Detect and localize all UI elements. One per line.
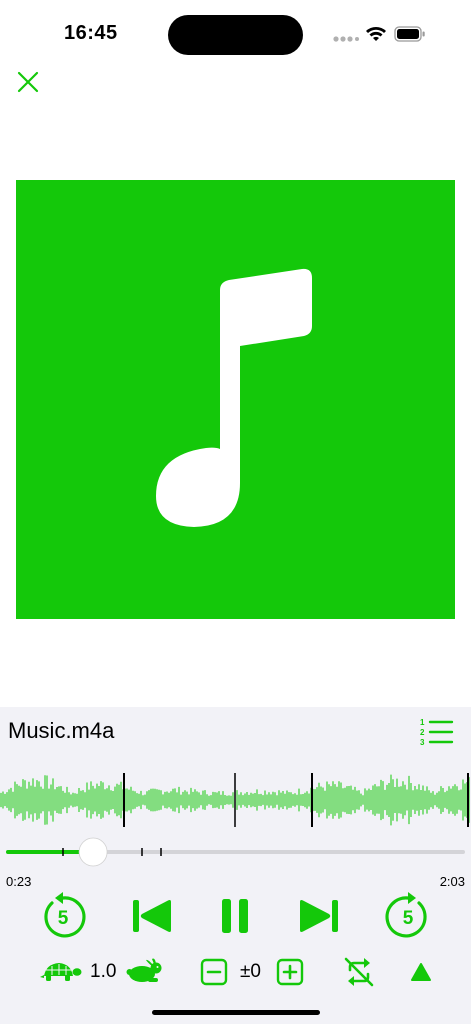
plus-square-icon[interactable] — [276, 958, 304, 986]
svg-text:1: 1 — [420, 718, 425, 727]
skip-back-seconds: 5 — [57, 908, 69, 929]
repeat-off-icon[interactable] — [342, 956, 376, 988]
wifi-icon — [366, 27, 386, 41]
elapsed-time: 0:23 — [6, 874, 32, 889]
svg-text:3: 3 — [420, 738, 425, 747]
skip-forward-5-button[interactable]: 5 — [383, 892, 433, 942]
skip-back-icon[interactable] — [131, 899, 173, 933]
dynamic-island — [168, 15, 303, 55]
skip-back-5-button[interactable]: 5 — [38, 892, 88, 942]
battery-icon — [394, 26, 425, 42]
speed-value: 1.0 — [90, 961, 117, 982]
svg-text:2: 2 — [420, 728, 425, 737]
numbered-list-icon[interactable]: 1 2 3 — [418, 716, 454, 748]
skip-forward-seconds: 5 — [402, 908, 414, 929]
cellular-dots-icon — [333, 36, 359, 42]
waveform[interactable] — [0, 765, 471, 835]
total-time: 2:03 — [439, 874, 465, 889]
home-indicator — [152, 1010, 320, 1015]
track-title: Music.m4a — [8, 718, 115, 743]
pitch-value: ±0 — [240, 961, 261, 982]
close-icon[interactable] — [14, 68, 42, 96]
status-time: 16:45 — [64, 22, 118, 44]
scrubber-thumb — [78, 837, 108, 867]
minus-square-icon[interactable] — [200, 958, 228, 986]
album-artwork — [16, 180, 455, 619]
turtle-icon[interactable] — [40, 960, 82, 984]
skip-forward-icon[interactable] — [298, 899, 340, 933]
music-note-icon — [156, 268, 312, 527]
triangle-up-icon[interactable] — [410, 962, 432, 982]
pause-icon[interactable] — [221, 898, 249, 934]
rabbit-icon[interactable] — [126, 958, 166, 984]
progress-scrubber[interactable] — [0, 836, 471, 868]
